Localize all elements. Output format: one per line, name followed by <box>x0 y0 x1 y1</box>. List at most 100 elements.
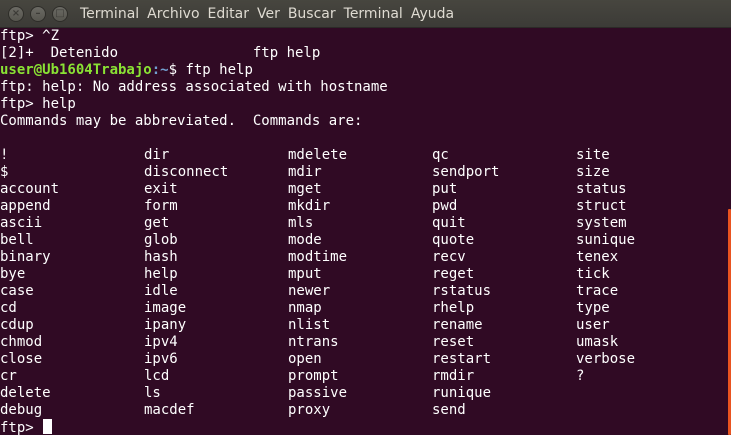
prompt-user: user@Ub1604Trabajo <box>0 62 152 78</box>
command-name: exit <box>144 181 178 197</box>
command-name: mode <box>288 232 322 248</box>
command-name: rename <box>432 317 483 333</box>
maximize-button[interactable]: □ <box>52 5 68 22</box>
command-name: recv <box>432 249 466 265</box>
command-name: cr <box>0 368 17 384</box>
command-name: lcd <box>144 368 170 384</box>
command-name: mls <box>288 215 314 231</box>
command-name: pwd <box>432 198 458 214</box>
command-name: mdelete <box>288 147 348 163</box>
prompt-command: $ ftp help <box>168 62 253 78</box>
command-name: nmap <box>288 300 322 316</box>
command-name: mput <box>288 266 322 282</box>
command-name: glob <box>144 232 178 248</box>
command-name: dir <box>144 147 170 163</box>
command-name: ipv6 <box>144 351 178 367</box>
command-name: put <box>432 181 458 197</box>
command-name: ipany <box>144 317 187 333</box>
command-name: ascii <box>0 215 43 231</box>
shell-prompt-line: user@Ub1604Trabajo:~$ ftp help <box>0 62 253 79</box>
command-name: delete <box>0 385 51 401</box>
command-name: tenex <box>576 249 619 265</box>
command-name: close <box>0 351 43 367</box>
command-name: mget <box>288 181 322 197</box>
command-name: rhelp <box>432 300 475 316</box>
command-name: binary <box>0 249 51 265</box>
command-name: bye <box>0 266 26 282</box>
command-name: cd <box>0 300 17 316</box>
command-name: chmod <box>0 334 43 350</box>
menu-ayuda[interactable]: Ayuda <box>411 6 454 22</box>
output-line: ftp> ^Z <box>0 28 60 44</box>
command-name: ls <box>144 385 161 401</box>
menu-editar[interactable]: Editar <box>208 6 249 22</box>
command-name: get <box>144 215 170 231</box>
terminal-output[interactable]: ftp> ^Z [2]+ Detenido ftp help user@Ub16… <box>0 28 726 435</box>
command-name: mkdir <box>288 198 331 214</box>
command-name: ? <box>576 368 585 384</box>
menu-terminal[interactable]: Terminal <box>344 6 403 22</box>
command-name: passive <box>288 385 348 401</box>
command-name: proxy <box>288 402 331 418</box>
command-name: append <box>0 198 51 214</box>
command-name: macdef <box>144 402 195 418</box>
menu-archivo[interactable]: Archivo <box>147 6 199 22</box>
command-name: umask <box>576 334 619 350</box>
command-name: mdir <box>288 164 322 180</box>
title-bar: × – □ Terminal Archivo Editar Ver Buscar… <box>0 0 731 28</box>
command-name: reset <box>432 334 475 350</box>
output-line: ftp> help <box>0 96 76 112</box>
command-name: reget <box>432 266 475 282</box>
menu-ver[interactable]: Ver <box>257 6 280 22</box>
command-name: quit <box>432 215 466 231</box>
minimize-button[interactable]: – <box>30 5 46 22</box>
command-name: open <box>288 351 322 367</box>
command-name: status <box>576 181 627 197</box>
menu-bar: Terminal Archivo Editar Ver Buscar Termi… <box>80 6 462 22</box>
command-name: system <box>576 215 627 231</box>
command-name: restart <box>432 351 492 367</box>
command-name: newer <box>288 283 331 299</box>
command-name: hash <box>144 249 178 265</box>
command-name: size <box>576 164 610 180</box>
command-name: struct <box>576 198 627 214</box>
command-name: $ <box>0 164 9 180</box>
minimize-icon: – <box>35 7 41 19</box>
command-name: type <box>576 300 610 316</box>
command-name: tick <box>576 266 610 282</box>
command-name: case <box>0 283 34 299</box>
command-name: quote <box>432 232 475 248</box>
menu-buscar[interactable]: Buscar <box>288 6 336 22</box>
command-name: site <box>576 147 610 163</box>
terminal-window: × – □ Terminal Archivo Editar Ver Buscar… <box>0 0 731 435</box>
command-name: image <box>144 300 187 316</box>
prompt-path: ~ <box>160 62 169 78</box>
app-title: Terminal <box>80 5 140 22</box>
command-name: bell <box>0 232 34 248</box>
command-name: rstatus <box>432 283 492 299</box>
command-name: modtime <box>288 249 348 265</box>
command-name: prompt <box>288 368 339 384</box>
command-name: qc <box>432 147 449 163</box>
command-name: form <box>144 198 178 214</box>
close-icon: × <box>11 7 21 19</box>
command-name: idle <box>144 283 178 299</box>
text-cursor <box>42 419 52 434</box>
command-name: ! <box>0 147 9 163</box>
output-line: [2]+ Detenido ftp help <box>0 45 321 61</box>
command-name: ntrans <box>288 334 339 350</box>
command-name: trace <box>576 283 619 299</box>
command-name: cdup <box>0 317 34 333</box>
command-name: nlist <box>288 317 331 333</box>
output-line: ftp: help: No address associated with ho… <box>0 79 388 95</box>
command-name: help <box>144 266 178 282</box>
output-line: Commands may be abbreviated. Commands ar… <box>0 113 363 129</box>
command-name: verbose <box>576 351 636 367</box>
final-prompt-line: ftp> <box>0 419 52 435</box>
close-button[interactable]: × <box>8 5 24 22</box>
prompt-separator: : <box>151 62 161 78</box>
command-name: user <box>576 317 610 333</box>
command-name: disconnect <box>144 164 229 180</box>
maximize-icon: □ <box>55 7 65 19</box>
command-name: sendport <box>432 164 500 180</box>
